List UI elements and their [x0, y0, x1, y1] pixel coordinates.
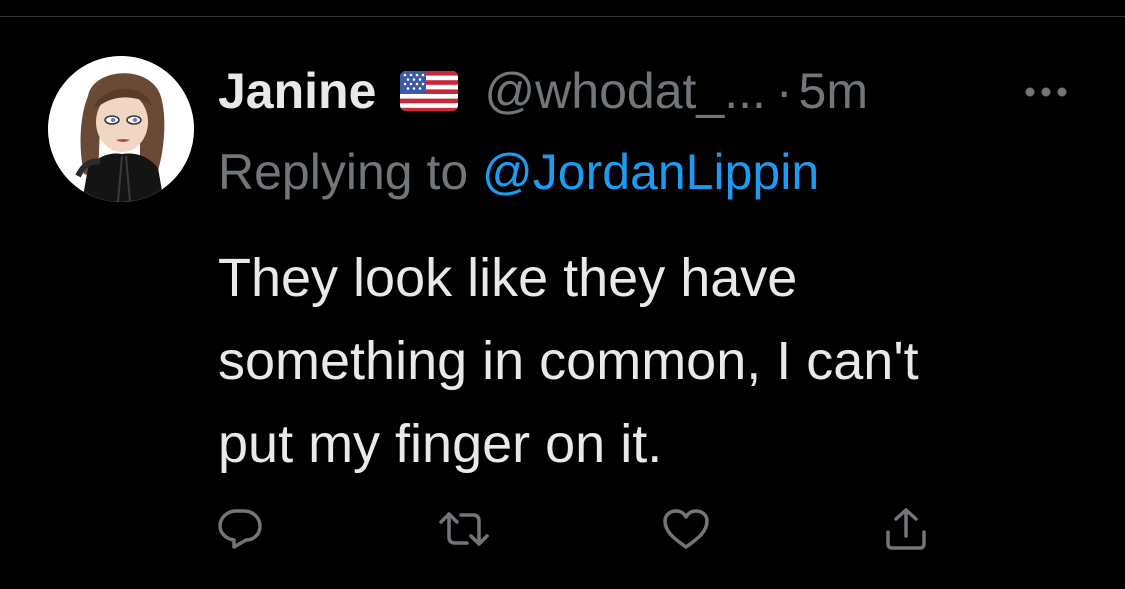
- reply-icon: [218, 509, 262, 549]
- separator-dot: ·: [775, 63, 793, 119]
- display-name[interactable]: Janine: [218, 62, 376, 120]
- retweet-button[interactable]: [438, 505, 490, 553]
- tweet[interactable]: Janine @whodat_... · 5m Replying to @Jor…: [0, 17, 1125, 589]
- replying-to: Replying to @JordanLippin: [218, 143, 819, 201]
- user-handle[interactable]: @whodat_...: [484, 62, 765, 120]
- share-button[interactable]: [880, 505, 932, 553]
- share-icon: [886, 508, 926, 550]
- ellipsis-icon[interactable]: [1018, 74, 1074, 110]
- replying-label: Replying to: [218, 144, 483, 200]
- reply-target-link[interactable]: @JordanLippin: [482, 144, 819, 200]
- us-flag-icon: [400, 71, 459, 111]
- reply-button[interactable]: [214, 505, 266, 553]
- cartoon-woman-avatar-icon: [48, 56, 194, 202]
- heart-icon: [663, 509, 709, 549]
- tweet-header: Janine @whodat_... · 5m: [218, 61, 868, 121]
- tweet-time[interactable]: 5m: [799, 62, 868, 120]
- like-button[interactable]: [660, 505, 712, 553]
- avatar[interactable]: [48, 56, 194, 202]
- retweet-icon: [439, 512, 489, 546]
- tweet-text: They look like they have something in co…: [218, 248, 919, 474]
- top-divider: [0, 0, 1125, 17]
